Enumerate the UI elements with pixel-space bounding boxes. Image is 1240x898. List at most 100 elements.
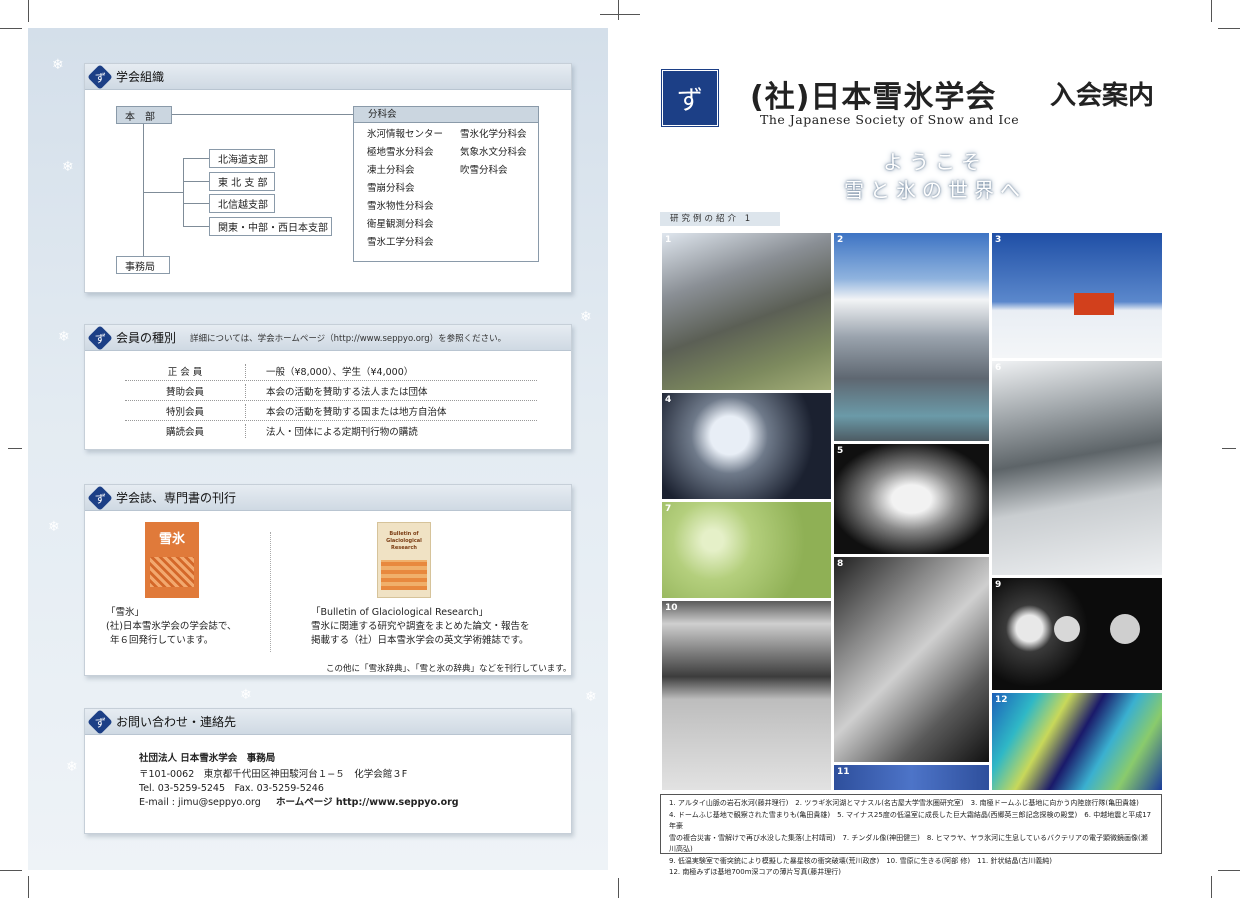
division-item: 雪崩分科会 (367, 183, 415, 194)
photo-tsho-rolpa: 2 (834, 233, 989, 441)
photo-tyndall-figures: 7 (662, 502, 831, 598)
snow-vehicle (1074, 293, 1114, 315)
bgr-journal-cover: Bulletin of Glaciological Research (377, 522, 431, 598)
photo-number: 10 (665, 603, 678, 613)
caption-line: 雪の複合災害・雪解けで再び水没した集落(上村靖司) 7. チンダル像(神田健三)… (669, 833, 1148, 854)
pub2-name: 「Bulletin of Glaciological Research」 (311, 607, 489, 618)
photo-number: 1 (665, 235, 672, 245)
photo-chuetsu-disaster: 6 (992, 361, 1162, 575)
photo-bacteria-sem: 8 (834, 557, 989, 762)
member-desc: 本会の活動を賛助する国または地方自治体 (245, 403, 447, 418)
brochure-spread: ❄ ❄ ❄ ❄ ❄ ❄ ❄ ❄ ず 学会組織 本 部 北海道支部 東 北 支 部… (0, 0, 1240, 898)
society-name: (社)日本雪氷学会 (750, 80, 997, 115)
caption-line: 1. アルタイ山脈の岩石氷河(藤井理行) 2. ツラギ氷河湖とマナスル(名古屋大… (669, 799, 1139, 807)
photo-number: 3 (995, 235, 1002, 245)
snowflake-icon: ❄ (585, 689, 597, 705)
snowflake-icon: ❄ (62, 159, 74, 175)
photo-captions: 1. アルタイ山脈の岩石氷河(藤井理行) 2. ツラギ氷河湖とマナスル(名古屋大… (660, 794, 1162, 876)
division-item: 雪氷物性分科会 (367, 201, 434, 212)
pubs-card-header: ず 学会誌、専門書の刊行 (85, 484, 571, 511)
ice-sphere (1054, 616, 1080, 642)
division-item: 氷河情報センター (367, 129, 444, 140)
crop-mark (618, 0, 619, 20)
cover-pattern (150, 557, 194, 587)
welcome-line1: ようこそ (883, 150, 987, 174)
photo-number: 9 (995, 580, 1002, 590)
photo-number: 11 (837, 767, 850, 777)
pub2-text: 「Bulletin of Glaciological Research」 雪氷に… (311, 606, 530, 648)
snowflake-icon: ❄ (580, 309, 592, 325)
cover-pattern (381, 560, 427, 590)
photo-number: 8 (837, 559, 844, 569)
caption-line: 4. ドームふじ基地で観察された雪まりも(亀田貴雄) 5. マイナス25度の低温… (669, 810, 1152, 831)
contact-homepage[interactable]: ホームページ http://www.seppyo.org (276, 796, 459, 810)
member-desc: 本会の活動を賛助する法人または団体 (245, 383, 428, 398)
crop-mark (8, 448, 22, 449)
photo-snowfield-life: 10 (662, 601, 831, 790)
contact-org: 社団法人 日本雪氷学会 事務局 (139, 753, 276, 764)
branch-box: 東 北 支 部 (209, 172, 275, 191)
seppyo-journal-cover: 雪氷 (145, 522, 199, 598)
photo-number: 6 (995, 363, 1002, 373)
hq-box: 本 部 (116, 106, 172, 124)
photo-ice-core-section: 12 (992, 693, 1162, 790)
division-item: 極地雪氷分科会 (367, 147, 434, 158)
division-item: 雪氷工学分科会 (367, 237, 434, 248)
contact-title: お問い合わせ・連絡先 (116, 715, 237, 729)
pub2-desc: 雪氷に関連する研究や調査をまとめた論文・報告を (311, 621, 530, 632)
society-logo-icon: ず (87, 484, 113, 511)
photo-snow-marimo: 4 (662, 393, 831, 499)
crop-mark (28, 876, 29, 898)
crop-mark (1211, 876, 1212, 898)
contact-email[interactable]: E-mail : jimu@seppyo.org (139, 796, 261, 810)
member-type: 正 会 員 (167, 366, 203, 378)
branch-box: 北信越支部 (209, 194, 275, 213)
connector-line (143, 124, 144, 256)
division-item: 雪氷化学分科会 (460, 129, 527, 140)
crop-mark (618, 878, 619, 898)
caption-line: 9. 低温実験室で衝突銃により模擬した暴星核の衝突破壊(荒川政彦) 10. 雪原… (669, 856, 1052, 865)
member-desc: 一般（¥8,000）、学生（¥4,000） (245, 363, 413, 378)
divisions-col2: 雪氷化学分科会 気象水文分科会 吹雪分科会 (460, 126, 527, 180)
member-row: 賛助会員 本会の活動を賛助する法人または団体 (125, 381, 537, 401)
snowflake-icon: ❄ (240, 687, 252, 703)
society-logo-icon: ず (87, 63, 113, 90)
division-item: 凍土分科会 (367, 165, 415, 176)
contact-card-header: ず お問い合わせ・連絡先 (85, 708, 571, 735)
society-logo-icon: ず (87, 324, 113, 351)
photo-number: 7 (665, 504, 672, 514)
crop-mark (1222, 448, 1236, 449)
caption-line: 12. 南極みずほ基地700m深コアの薄片写真(藤井理行) (669, 868, 841, 876)
photo-number: 12 (995, 695, 1008, 705)
guide-title: 入会案内 (1050, 81, 1155, 111)
org-title: 学会組織 (116, 70, 165, 84)
pubs-other: この他に「雪氷辞典」、「雪と氷の辞典」などを刊行しています。 (326, 664, 572, 674)
society-logo-icon: ず (87, 708, 113, 735)
member-row: 正 会 員 一般（¥8,000）、学生（¥4,000） (125, 361, 537, 381)
photo-impact-experiment: 9 (992, 578, 1162, 690)
connector-line (183, 158, 184, 226)
members-title: 会員の種別 (116, 331, 177, 345)
member-type: 特別会員 (165, 406, 204, 418)
division-item: 気象水文分科会 (460, 147, 527, 158)
pub1-name: 「雪氷」 (106, 607, 145, 618)
connector-line (183, 158, 209, 159)
member-row: 購読会員 法人・団体による定期刊行物の購読 (125, 421, 537, 441)
member-desc: 法人・団体による定期刊行物の購読 (245, 424, 418, 438)
divisions-label: 分科会 (354, 107, 538, 123)
members-note: 詳細については、学会ホームページ（http://www.seppyo.org）を… (190, 333, 507, 344)
division-item: 衛星観測分科会 (367, 219, 434, 230)
contact-address: 〒101-0062 東京都千代田区神田駿河台１−５ 化学会館３F (139, 769, 408, 780)
pub2-desc: 掲載する（社）日本雪氷学会の英文学術雑誌です。 (311, 635, 529, 646)
pubs-title: 学会誌、専門書の刊行 (116, 491, 237, 505)
contact-phone: Tel. 03-5259-5245 Fax. 03-5259-5246 (139, 783, 324, 794)
member-type: 購読会員 (165, 427, 204, 438)
research-examples-tag: 研究例の紹介 1 (660, 212, 780, 226)
ice-sphere (1110, 614, 1140, 644)
connector-line (143, 192, 183, 193)
photo-needle-crystals: 11 (834, 765, 989, 790)
branch-box: 北海道支部 (209, 149, 275, 168)
photo-hoar-crystal: 5 (834, 444, 989, 554)
society-english-name: The Japanese Society of Snow and Ice (760, 112, 1020, 127)
divisions-col1: 氷河情報センター 極地雪氷分科会 凍土分科会 雪崩分科会 雪氷物性分科会 衛星観… (367, 126, 443, 252)
